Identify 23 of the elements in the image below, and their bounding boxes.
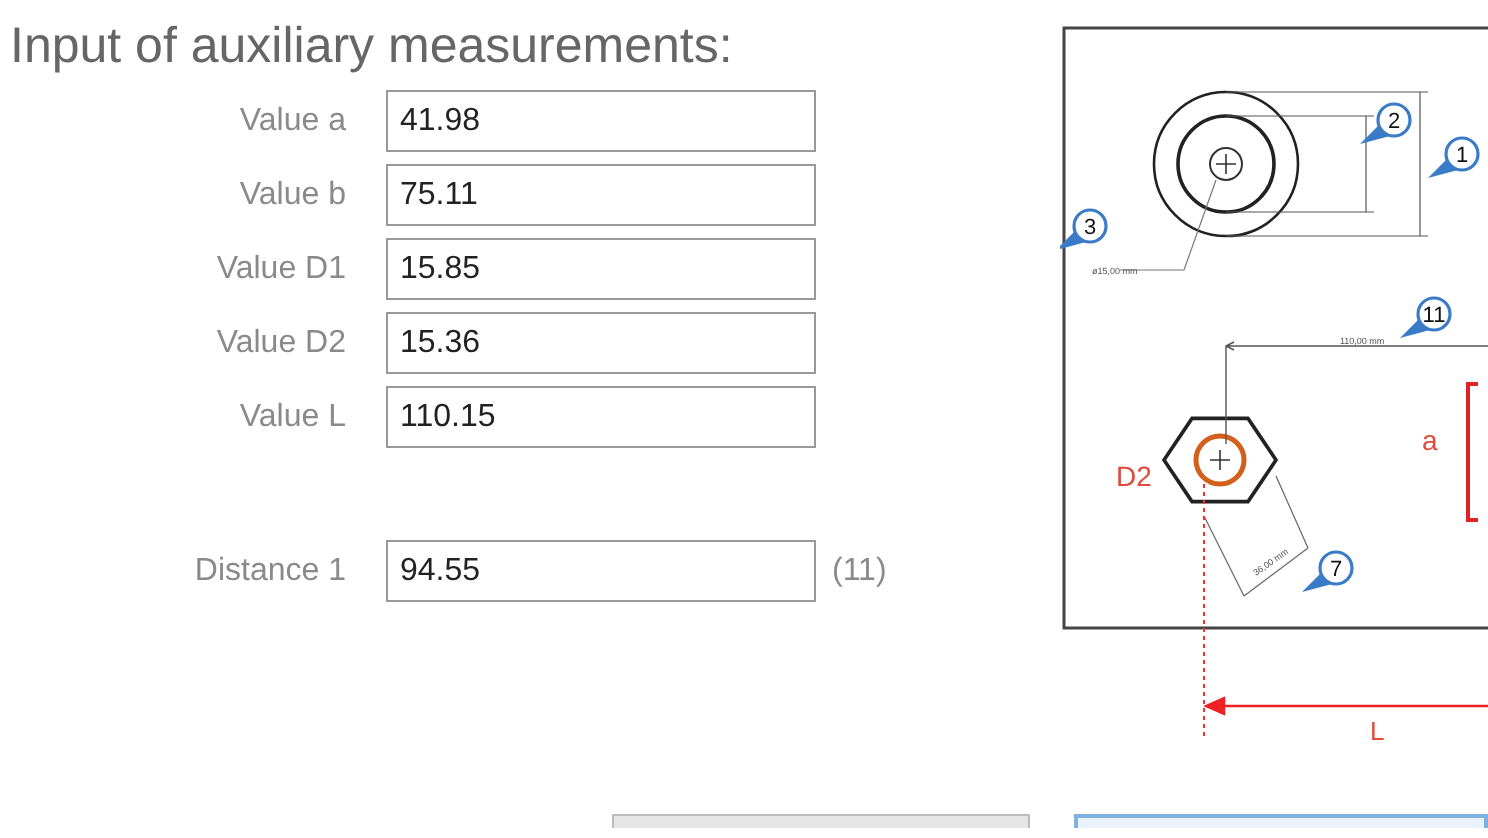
field-label: Value D2	[214, 323, 348, 363]
dimension-line	[1203, 475, 1309, 597]
field-label: Distance 1	[192, 551, 348, 591]
outline-shape	[1466, 382, 1478, 522]
field-label: Value L	[237, 397, 348, 437]
leader-line	[1119, 179, 1217, 271]
input-field[interactable]: 15.85	[386, 238, 816, 300]
field-label: Value b	[237, 175, 348, 215]
page-title: Input of auxiliary measurements:	[10, 16, 735, 76]
reference-number: (11)	[832, 551, 887, 591]
input-field[interactable]: 75.11	[386, 164, 816, 226]
field-label: Value D1	[214, 249, 348, 289]
input-field[interactable]: 94.55	[386, 540, 816, 602]
input-field[interactable]: 41.98	[386, 90, 816, 152]
primary-button[interactable]	[1074, 814, 1488, 828]
nut-drawing	[1161, 416, 1279, 504]
drawing-label: L	[1370, 716, 1385, 746]
input-field[interactable]: 15.36	[386, 312, 816, 374]
drawing-label: a	[1422, 424, 1438, 456]
drawing-label: D2	[1116, 460, 1152, 492]
secondary-button[interactable]	[612, 814, 1031, 828]
field-label: Value a	[237, 101, 348, 141]
input-field[interactable]: 110.15	[386, 386, 816, 448]
